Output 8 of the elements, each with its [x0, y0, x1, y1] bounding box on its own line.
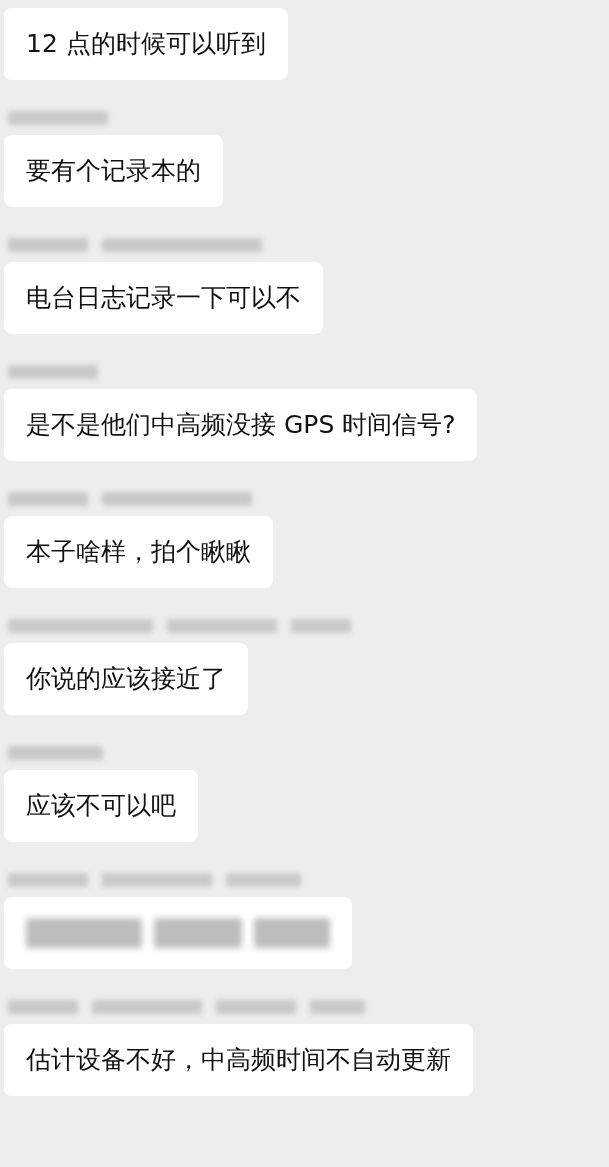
message-bubble: 电台日志记录一下可以不 — [4, 262, 323, 334]
message-bubble: 要有个记录本的 — [4, 135, 223, 207]
message-bubble: 估计设备不好，中高频时间不自动更新 — [4, 1024, 473, 1096]
message-bubble: 是不是他们中高频没接 GPS 时间信号? — [4, 389, 478, 461]
message-bubble: 应该不可以吧 — [4, 770, 198, 842]
message-bubble: 你说的应该接近了 — [4, 643, 248, 715]
message-bubble: 本子啥样，拍个瞅瞅 — [4, 516, 273, 588]
message-bubble: 12 点的时候可以听到 — [4, 8, 288, 80]
